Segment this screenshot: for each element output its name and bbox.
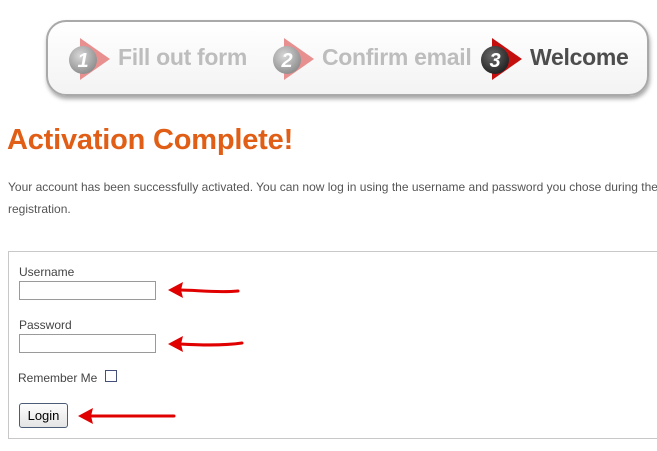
password-input[interactable] [19, 334, 156, 353]
step-3-icon: 3 [481, 38, 522, 80]
arrow-icon [168, 282, 240, 298]
progress-steps: 1 Fill out form 2 Confirm email 3 Welcom… [46, 20, 649, 96]
step-label: Confirm email [322, 44, 472, 70]
arrow-icon [78, 408, 176, 424]
step-number: 2 [280, 50, 292, 72]
step-label: Fill out form [118, 44, 247, 70]
step-number: 3 [489, 50, 500, 72]
arrow-icon [168, 336, 244, 352]
login-button[interactable]: Login [19, 403, 68, 428]
step-2-icon: 2 [273, 38, 314, 80]
password-label: Password [19, 318, 72, 332]
step-number: 1 [77, 50, 88, 72]
step-1-icon: 1 [69, 38, 110, 80]
activation-message: Your account has been successfully activ… [8, 180, 657, 216]
username-label: Username [19, 265, 75, 279]
remember-me-checkbox[interactable] [105, 370, 117, 382]
remember-me-label: Remember Me [18, 371, 98, 385]
username-input[interactable] [19, 281, 156, 300]
page-title: Activation Complete! [7, 124, 294, 156]
step-label: Welcome [530, 44, 629, 70]
